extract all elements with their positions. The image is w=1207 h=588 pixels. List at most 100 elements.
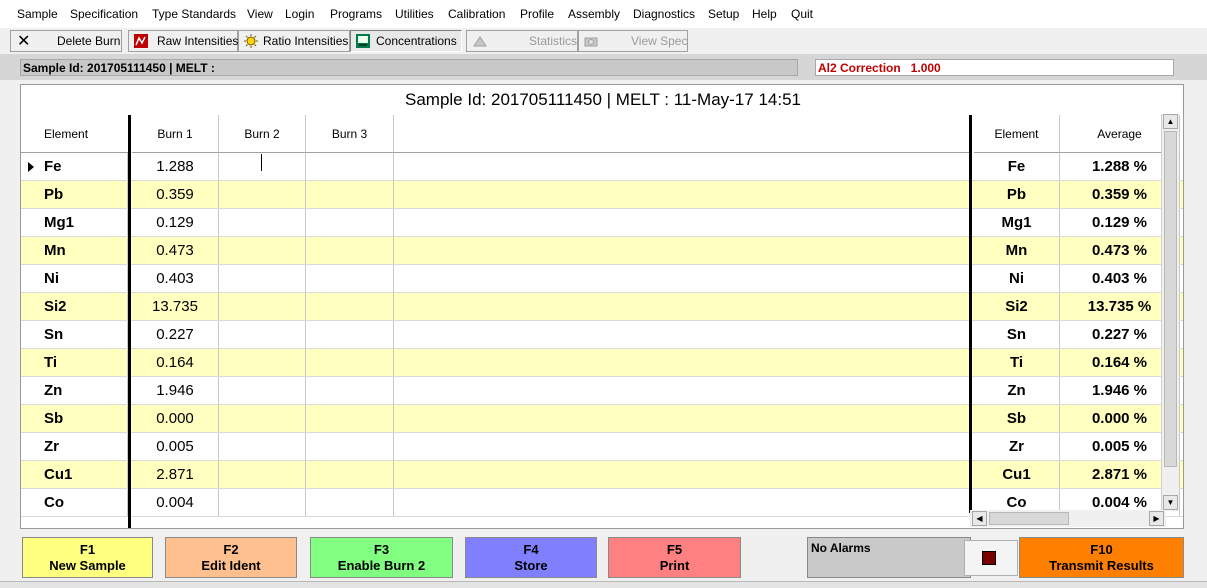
- horizontal-scrollbar[interactable]: ◀ ▶: [970, 510, 1166, 527]
- ratio-intensities-button[interactable]: Ratio Intensities: [238, 30, 350, 52]
- statistics-label: Statistics: [529, 34, 578, 48]
- menu-setup[interactable]: Setup: [708, 7, 739, 21]
- burn1-cell[interactable]: 0.004: [132, 489, 219, 516]
- burn3-cell[interactable]: [306, 293, 394, 320]
- correction-field: Al2 Correction 1.000: [815, 59, 1174, 76]
- menu-specification[interactable]: Specification: [70, 7, 138, 21]
- f4-store-button[interactable]: F4 Store: [465, 537, 597, 578]
- burn2-cell[interactable]: [219, 293, 306, 320]
- vertical-scrollbar[interactable]: ▲ ▼: [1161, 114, 1179, 511]
- header-element-right: Element: [974, 115, 1060, 153]
- table-row[interactable]: Fe 1.288 Fe 1.288 %: [21, 153, 1183, 181]
- burn2-cell[interactable]: [219, 377, 306, 404]
- f5-print-button[interactable]: F5 Print: [608, 537, 741, 578]
- burn3-cell[interactable]: [306, 153, 394, 180]
- menu-quit[interactable]: Quit: [791, 7, 813, 21]
- burn1-cell[interactable]: 0.000: [132, 405, 219, 432]
- spacer-cell: [394, 209, 969, 236]
- menu-diagnostics[interactable]: Diagnostics: [633, 7, 695, 21]
- menu-type-standards[interactable]: Type Standards: [152, 7, 236, 21]
- scroll-right-icon[interactable]: ▶: [1149, 511, 1164, 526]
- burn3-cell[interactable]: [306, 209, 394, 236]
- header-burn1[interactable]: Burn 1: [132, 115, 219, 153]
- f1-new-sample-button[interactable]: F1 New Sample: [22, 537, 153, 578]
- element-right-cell: Fe: [974, 153, 1060, 180]
- table-row[interactable]: Sn 0.227 Sn 0.227 %: [21, 321, 1183, 349]
- table-row[interactable]: Mg1 0.129 Mg1 0.129 %: [21, 209, 1183, 237]
- burn2-cell[interactable]: [219, 265, 306, 292]
- menu-profile[interactable]: Profile: [520, 7, 554, 21]
- table-row[interactable]: Zn 1.946 Zn 1.946 %: [21, 377, 1183, 405]
- burn3-cell[interactable]: [306, 265, 394, 292]
- burn3-cell[interactable]: [306, 489, 394, 516]
- table-row[interactable]: Ni 0.403 Ni 0.403 %: [21, 265, 1183, 293]
- burn1-cell[interactable]: 2.871: [132, 461, 219, 488]
- element-right-cell: Pb: [974, 181, 1060, 208]
- burn2-cell[interactable]: [219, 181, 306, 208]
- vertical-scroll-thumb[interactable]: [1164, 131, 1177, 467]
- burn1-cell[interactable]: 0.359: [132, 181, 219, 208]
- burn1-cell[interactable]: 1.288: [132, 153, 219, 180]
- table-row[interactable]: Zr 0.005 Zr 0.005 %: [21, 433, 1183, 461]
- menu-login[interactable]: Login: [285, 7, 314, 21]
- table-row[interactable]: Pb 0.359 Pb 0.359 %: [21, 181, 1183, 209]
- burn2-cell[interactable]: [219, 489, 306, 516]
- burn1-cell[interactable]: 0.227: [132, 321, 219, 348]
- table-row[interactable]: Sb 0.000 Sb 0.000 %: [21, 405, 1183, 433]
- spacer-cell: [394, 377, 969, 404]
- f2-edit-ident-button[interactable]: F2 Edit Ident: [165, 537, 297, 578]
- burn3-cell[interactable]: [306, 377, 394, 404]
- table-row[interactable]: Si2 13.735 Si2 13.735 %: [21, 293, 1183, 321]
- burn3-cell[interactable]: [306, 349, 394, 376]
- view-spec-button[interactable]: View Spec: [578, 30, 688, 52]
- table-row[interactable]: Cu1 2.871 Cu1 2.871 %: [21, 461, 1183, 489]
- menu-view[interactable]: View: [247, 7, 273, 21]
- burn2-cell[interactable]: [219, 209, 306, 236]
- burn3-cell[interactable]: [306, 405, 394, 432]
- burn2-cell[interactable]: [219, 433, 306, 460]
- burn2-cell[interactable]: [219, 237, 306, 264]
- burn1-cell[interactable]: 13.735: [132, 293, 219, 320]
- burn2-cell[interactable]: [219, 349, 306, 376]
- element-cell: Ti: [21, 349, 128, 376]
- menu-utilities[interactable]: Utilities: [395, 7, 434, 21]
- burn3-cell[interactable]: [306, 461, 394, 488]
- burn2-cell[interactable]: [219, 153, 306, 180]
- burn3-cell[interactable]: [306, 321, 394, 348]
- menu-programs[interactable]: Programs: [330, 7, 382, 21]
- burn1-cell[interactable]: 0.403: [132, 265, 219, 292]
- burn3-cell[interactable]: [306, 237, 394, 264]
- burn1-cell[interactable]: 0.129: [132, 209, 219, 236]
- burn2-cell[interactable]: [219, 321, 306, 348]
- burn1-cell[interactable]: 0.473: [132, 237, 219, 264]
- statistics-button[interactable]: Statistics: [466, 30, 578, 52]
- menu-sample[interactable]: Sample: [17, 7, 58, 21]
- burn3-cell[interactable]: [306, 181, 394, 208]
- element-right-cell: Ti: [974, 349, 1060, 376]
- burn1-cell[interactable]: 0.005: [132, 433, 219, 460]
- scroll-up-icon[interactable]: ▲: [1163, 114, 1178, 129]
- menu-calibration[interactable]: Calibration: [448, 7, 505, 21]
- scroll-down-icon[interactable]: ▼: [1163, 495, 1178, 510]
- delete-burn-button[interactable]: ✕ Delete Burn: [10, 30, 122, 52]
- menu-assembly[interactable]: Assembly: [568, 7, 620, 21]
- table-row[interactable]: Ti 0.164 Ti 0.164 %: [21, 349, 1183, 377]
- burn1-cell[interactable]: 1.946: [132, 377, 219, 404]
- header-burn2[interactable]: Burn 2: [219, 115, 306, 153]
- raw-intensities-button[interactable]: Raw Intensities: [128, 30, 238, 52]
- scroll-left-icon[interactable]: ◀: [972, 511, 987, 526]
- alarm-indicator[interactable]: [964, 540, 1018, 576]
- burn3-cell[interactable]: [306, 433, 394, 460]
- element-cell: Zr: [21, 433, 128, 460]
- view-spec-icon: [584, 37, 598, 47]
- menu-help[interactable]: Help: [752, 7, 777, 21]
- f10-transmit-results-button[interactable]: F10 Transmit Results: [1019, 537, 1184, 578]
- header-burn3[interactable]: Burn 3: [306, 115, 394, 153]
- table-row[interactable]: Mn 0.473 Mn 0.473 %: [21, 237, 1183, 265]
- burn1-cell[interactable]: 0.164: [132, 349, 219, 376]
- burn2-cell[interactable]: [219, 405, 306, 432]
- f3-enable-burn-2-button[interactable]: F3 Enable Burn 2: [310, 537, 453, 578]
- horizontal-scroll-thumb[interactable]: [989, 512, 1069, 525]
- burn2-cell[interactable]: [219, 461, 306, 488]
- concentrations-button[interactable]: Concentrations: [350, 30, 462, 52]
